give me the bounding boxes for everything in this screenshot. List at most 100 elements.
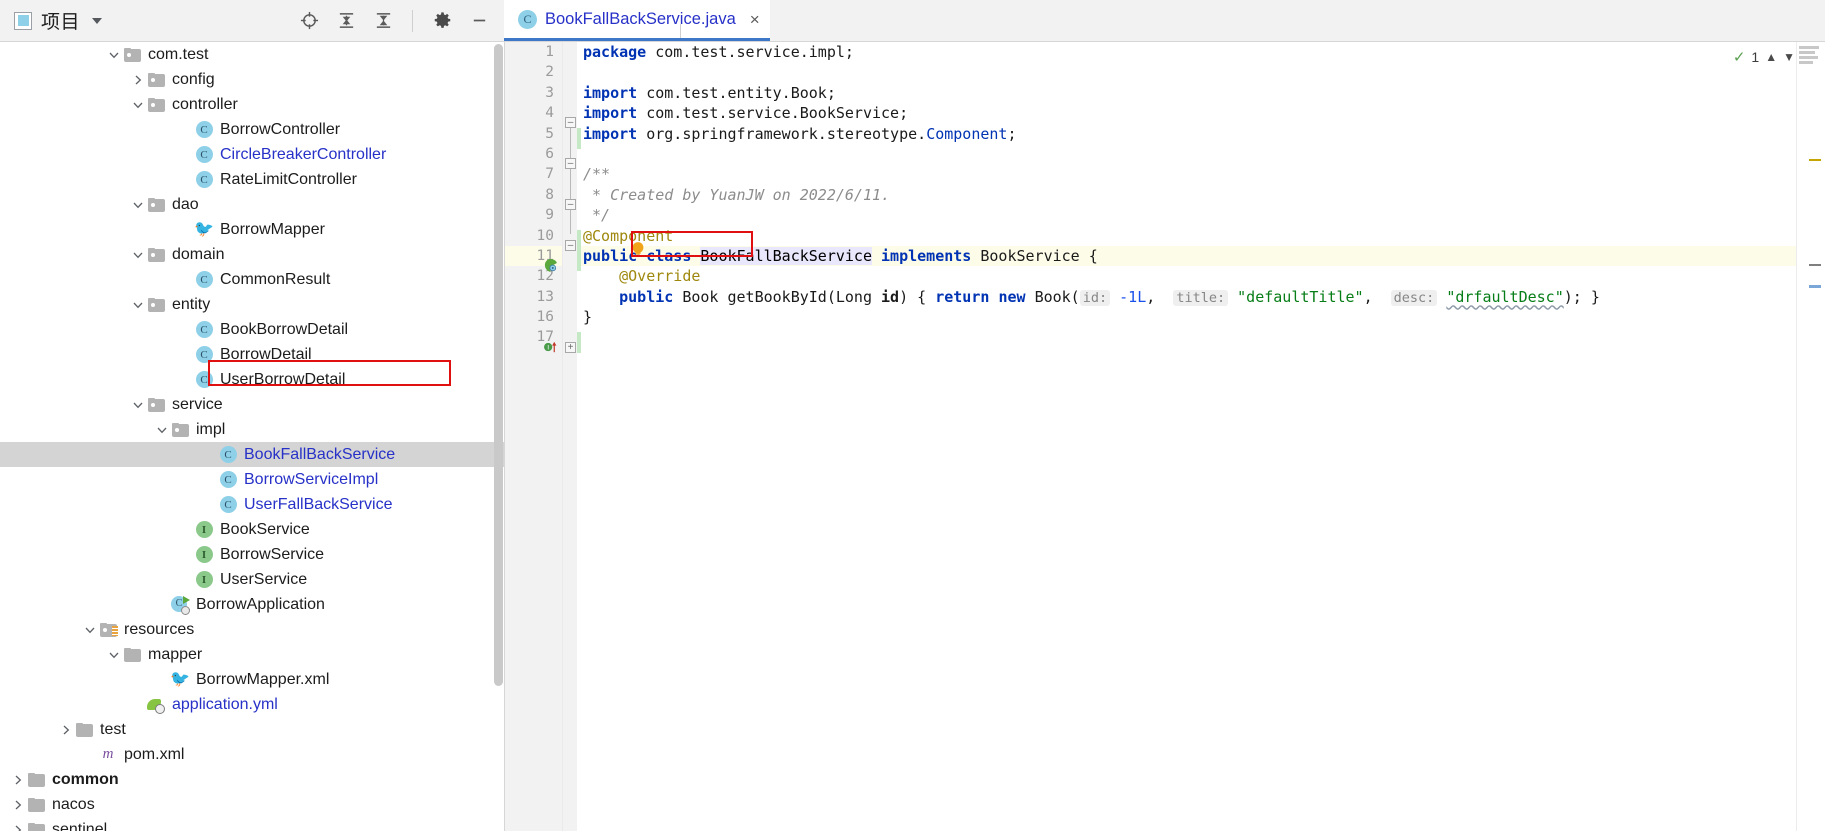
tree-item-com-test[interactable]: com.test [0,42,504,67]
chevron-down-icon[interactable] [106,47,122,63]
code-line[interactable]: public Book getBookById(Long id) { retur… [577,287,1796,307]
fold-marker-line3[interactable]: – [565,117,576,128]
tree-item-label: BorrowDetail [220,345,312,363]
chevron-down-icon[interactable] [130,297,146,313]
minimize-icon[interactable] [466,8,492,34]
close-icon[interactable]: × [750,11,760,28]
fold-marker-line9[interactable]: – [565,240,576,251]
rail-marker-warning[interactable] [1809,159,1821,161]
tree-item-userservice[interactable]: I UserService [0,567,504,592]
chevron-down-icon[interactable] [154,422,170,438]
chevron-down-icon[interactable] [92,17,103,24]
code-line[interactable]: @Component [577,226,1796,246]
code-line[interactable]: package com.test.service.impl; [577,42,1796,62]
code-line[interactable]: public class BookFallBackService impleme… [577,245,1796,267]
tree-item-commonresult[interactable]: C CommonResult [0,267,504,292]
tree-item-borrowapplication[interactable]: C BorrowApplication [0,592,504,617]
spring-bean-icon[interactable] [543,258,558,278]
chevron-down-icon[interactable] [82,622,98,638]
code-line[interactable]: import com.test.service.BookService; [577,103,1796,123]
code-line[interactable]: import com.test.entity.Book; [577,83,1796,103]
editor-tab-bookfallbackservice[interactable]: C BookFallBackService.java × [504,0,770,41]
settings-gear-icon[interactable] [429,8,455,34]
editor-folding-strip[interactable]: – – – – + [563,42,577,831]
collapse-all-icon[interactable] [370,8,396,34]
tree-item-borrowserviceimpl[interactable]: C BorrowServiceImpl [0,467,504,492]
code-token: ); } [1563,287,1600,306]
tree-item-ratelimitcontroller[interactable]: C RateLimitController [0,167,504,192]
project-panel-title-group[interactable]: 项目 [14,7,103,34]
folder-package-icon [146,247,166,262]
folder-plain-icon [26,797,46,812]
chevron-down-icon[interactable]: ▼ [1783,50,1795,64]
chevron-right-icon[interactable] [130,72,146,88]
tree-item-pom-xml[interactable]: m pom.xml [0,742,504,767]
tree-item-borrowdetail[interactable]: C BorrowDetail [0,342,504,367]
tree-item-bookborrowdetail[interactable]: C BookBorrowDetail [0,317,504,342]
tree-item-bookservice[interactable]: I BookService [0,517,504,542]
tree-item-test[interactable]: test [0,717,504,742]
code-line[interactable]: import org.springframework.stereotype.Co… [577,124,1796,144]
chevron-right-icon[interactable] [10,822,26,831]
chevron-down-icon[interactable] [130,247,146,263]
chevron-down-icon[interactable] [130,197,146,213]
editor-gutter[interactable]: 1 2 3 4 5 6 7 8 9 10 11 12 13 16 17 I [505,42,563,831]
tree-item-service[interactable]: service [0,392,504,417]
code-line[interactable] [577,144,1796,164]
chevron-right-icon[interactable] [58,722,74,738]
inspection-widget[interactable]: ✓ 1 ▲ ▼ [1733,48,1795,66]
chevron-down-icon[interactable] [130,97,146,113]
code-line[interactable]: @Override [577,266,1796,286]
rail-marker-change[interactable] [1809,285,1821,288]
code-line[interactable]: /** [577,164,1796,184]
override-method-icon[interactable]: I [543,340,558,360]
tree-item-nacos[interactable]: nacos [0,792,504,817]
tree-item-circlebreakercontroller[interactable]: C CircleBreakerController [0,142,504,167]
chevron-right-icon[interactable] [10,797,26,813]
tree-item-common[interactable]: common [0,767,504,792]
code-content[interactable]: package com.test.service.impl; import com… [577,42,1796,831]
folder-plain-icon [74,722,94,737]
locate-icon[interactable] [296,8,322,34]
intention-lightbulb-icon[interactable] [629,240,645,256]
code-line[interactable] [577,327,1796,347]
tree-item-resources[interactable]: resources [0,617,504,642]
project-tree[interactable]: com.test config controller C BorrowControlle… [0,42,505,831]
tree-item-label: BorrowMapper [220,220,325,238]
tree-item-entity[interactable]: entity [0,292,504,317]
resources-folder-icon [98,622,118,637]
chevron-down-icon[interactable] [130,397,146,413]
tree-item-userborrowdetail[interactable]: C UserBorrowDetail [0,367,504,392]
chevron-right-icon[interactable] [10,772,26,788]
tree-item-sentinel[interactable]: sentinel [0,817,504,831]
tree-item-borrowcontroller[interactable]: C BorrowController [0,117,504,142]
tree-scrollbar[interactable] [494,42,503,831]
tree-item-borrowmapper-xml[interactable]: 🐦 BorrowMapper.xml [0,667,504,692]
tree-item-dao[interactable]: dao [0,192,504,217]
rail-marker-caret[interactable] [1809,264,1821,266]
tree-item-borrowmapper[interactable]: 🐦 BorrowMapper [0,217,504,242]
tree-item-application-yml[interactable]: application.yml [0,692,504,717]
chevron-down-icon[interactable] [106,647,122,663]
code-token: ; [1007,124,1017,143]
fold-marker-line7[interactable]: – [565,199,576,210]
code-line[interactable] [577,62,1796,82]
code-line[interactable]: * Created by YuanJW on 2022/6/11. [577,185,1796,205]
tree-item-bookfallbackservice[interactable]: C BookFallBackService [0,442,504,467]
code-editor[interactable]: 1 2 3 4 5 6 7 8 9 10 11 12 13 16 17 I – – – – + pack [505,42,1825,831]
tree-item-userfallbackservice[interactable]: C UserFallBackService [0,492,504,517]
editor-right-rail[interactable] [1796,42,1825,831]
tree-item-controller[interactable]: controller [0,92,504,117]
fold-marker-line13[interactable]: + [565,342,576,353]
code-token: "defaultTitle" [1237,287,1364,306]
chevron-up-icon[interactable]: ▲ [1765,50,1777,64]
code-line[interactable]: */ [577,205,1796,225]
tree-item-mapper[interactable]: mapper [0,642,504,667]
tree-item-domain[interactable]: domain [0,242,504,267]
tree-item-config[interactable]: config [0,67,504,92]
tree-item-borrowservice[interactable]: I BorrowService [0,542,504,567]
fold-marker-line5[interactable]: – [565,158,576,169]
code-line[interactable]: } [577,307,1796,327]
expand-all-icon[interactable] [333,8,359,34]
tree-item-impl[interactable]: impl [0,417,504,442]
